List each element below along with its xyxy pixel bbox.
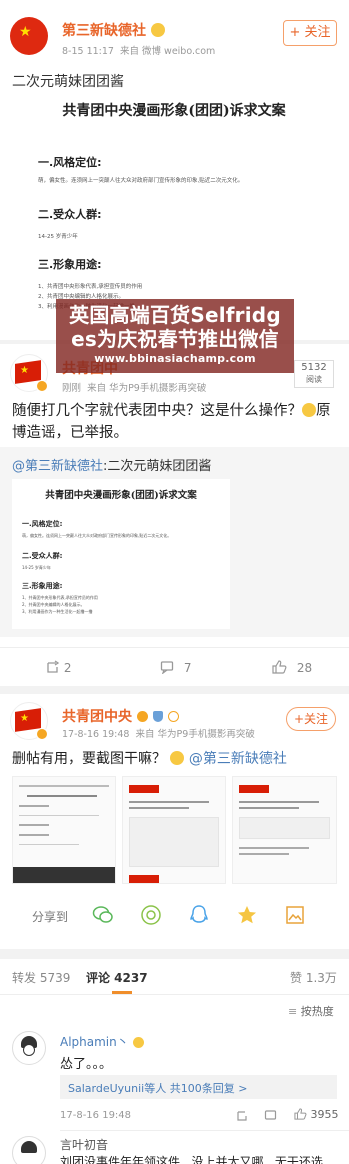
doc-section-3: 三.形象用途:	[22, 582, 63, 590]
wechat-icon[interactable]	[92, 904, 114, 926]
post3-text: 删帖有用，要截图干嘛？ @第三新缺德社	[12, 751, 287, 767]
tab-reposts[interactable]: 转发 5739	[12, 969, 70, 986]
comment-button[interactable]: 7	[160, 660, 191, 675]
shield-icon	[152, 711, 163, 722]
star-icon: ★	[19, 24, 32, 40]
save-image-icon[interactable]	[284, 904, 306, 926]
share-label: 分享到	[32, 910, 69, 924]
like-button[interactable]: 28	[272, 660, 312, 675]
avatar[interactable]	[12, 1136, 46, 1164]
doc-section-2: 二.受众人群:	[22, 552, 63, 560]
star-favorite-icon[interactable]	[236, 904, 258, 926]
doc-section-2: 二.受众人群:	[38, 208, 102, 221]
post3-meta: 17-8-16 19:48 来自 华为P9手机摄影再突破	[62, 729, 255, 740]
doc-line: 2、共青团中央编辑的人格化展示。	[22, 602, 85, 607]
verified-badge-icon	[36, 380, 48, 392]
post2-meta: 刚刚 来自 华为P9手机摄影再突破	[62, 383, 207, 394]
china-flag-avatar[interactable]: ★	[10, 17, 48, 55]
repost-header: @第三新缺德社:二次元萌妹团团酱	[12, 459, 212, 474]
doc-section-1: 一.风格定位:	[38, 156, 102, 169]
comment-author[interactable]: 言叶初音	[60, 1136, 108, 1153]
ad-overlay-watermark: 英国高端百货Selfridg es为庆祝春节推出微信 www.bbinasiac…	[56, 299, 294, 373]
qq-icon[interactable]	[188, 904, 210, 926]
post3-author[interactable]: 共青团中央	[62, 706, 179, 726]
doc-line: 14-25 岁青少年	[22, 565, 51, 570]
doc-line: 3、利用漫画作为一种生活化一起撸一撸	[22, 609, 93, 614]
read-count: 5132 阅读	[294, 360, 334, 388]
verified-badge-icon	[36, 728, 48, 740]
comments-section: ≡ 按热度 Alphamin丶 怂了。。。 SalardeUyunii等人 共1…	[0, 995, 349, 1164]
comment-author[interactable]: Alphamin丶	[60, 1033, 144, 1050]
repost-button[interactable]: 2	[46, 660, 71, 675]
thumbs-up-icon	[294, 1108, 307, 1120]
replies-box[interactable]: SalardeUyunii等人 共100条回复 >	[60, 1075, 337, 1099]
sort-toggle[interactable]: ≡ 按热度	[288, 1003, 334, 1019]
tab-comments[interactable]: 评论 4237	[86, 969, 148, 986]
repost-document-image[interactable]: 共青团中央漫画形象(团团)诉求文案 一.风格定位: 萌，偏女性。连须网上一突颠人…	[12, 479, 230, 629]
doc-title: 共青团中央漫画形象(团团)诉求文案	[62, 103, 286, 119]
comment-icon	[160, 661, 174, 675]
medal-icon	[136, 711, 148, 722]
post-card-2: ★ 共青团中 刚刚 来自 华为P9手机摄影再突破 5132 阅读 随便打几个字就…	[0, 344, 349, 686]
repost-icon	[47, 660, 60, 673]
follow-button[interactable]: +关注	[286, 707, 336, 731]
screenshot-thumbnail-1[interactable]	[12, 776, 116, 884]
post2-text: 随便打几个字就代表团中央？这是什么操作？ 原博造谣，已举报。	[12, 403, 331, 441]
doc-line: 1、共青团中央形象代表,承担宣传员的作用	[38, 284, 143, 290]
comment-text: 刘团没事件年年领这件...没上并太又哪...无干还选	[60, 1155, 323, 1164]
emoji-icon	[132, 1037, 144, 1048]
doc-line: 1、共青团中央形象代表,承担宣传员的作用	[22, 595, 98, 600]
post-card-3: ★ 共青团中央 17-8-16 19:48 来自 华为P9手机摄影再突破 +关注…	[0, 694, 349, 949]
comment-text: 怂了。。。	[60, 1057, 113, 1072]
doc-section-1: 一.风格定位:	[22, 520, 63, 528]
tab-likes[interactable]: 赞 1.3万	[290, 969, 337, 986]
avatar[interactable]	[12, 1031, 46, 1065]
post1-document-image[interactable]: 共青团中央漫画形象(团团)诉求文案 一.风格定位: 萌，偏女性。连须网上一突颠人…	[24, 92, 324, 332]
comment-like-button[interactable]: 3955	[294, 1108, 339, 1121]
doc-line: 14-25 岁青少年	[38, 234, 78, 240]
post1-text: 二次元萌妹团团酱	[12, 74, 124, 90]
post1-meta: 8-15 11:17 来自 微博 weibo.com	[62, 46, 216, 57]
emoji-icon	[170, 751, 185, 765]
post1-author[interactable]: 第三新缺德社	[62, 20, 165, 40]
doc-line: 萌，偏女性。连须网上一突颠人往大众对政府部门宣传形象的印象,贴近二次元文化。	[38, 178, 244, 184]
sort-icon: ≡	[288, 1005, 298, 1018]
doc-title: 共青团中央漫画形象(团团)诉求文案	[45, 490, 197, 501]
repost-box[interactable]: @第三新缺德社:二次元萌妹团团酱 共青团中央漫画形象(团团)诉求文案 一.风格定…	[0, 447, 349, 637]
screenshot-thumbnail-2[interactable]	[122, 776, 226, 884]
stats-tab-bar: 转发 5739 评论 4237 赞 1.3万	[0, 959, 349, 995]
comment-icon[interactable]	[264, 1109, 277, 1122]
doc-section-3: 三.形象用途:	[38, 258, 102, 271]
doc-line: 萌，偏女性。连须网上一突颠人往大众对政府部门宣传形象的印象,贴近二次元文化。	[22, 533, 172, 538]
mention-link[interactable]: @第三新缺德社	[189, 751, 287, 767]
repost-icon[interactable]	[236, 1109, 249, 1122]
screenshot-thumbnail-3[interactable]	[232, 776, 337, 884]
vip-icon	[167, 711, 179, 722]
emoji-icon	[302, 403, 316, 417]
post-card-1: ★ 第三新缺德社 8-15 11:17 来自 微博 weibo.com + 关注…	[0, 0, 349, 340]
follow-button[interactable]: + 关注	[283, 20, 337, 46]
emoji-icon	[150, 23, 165, 37]
comment-time: 17-8-16 19:48	[60, 1110, 132, 1121]
thumbs-up-icon	[272, 660, 287, 674]
moments-icon[interactable]	[140, 904, 162, 926]
active-tab-indicator	[112, 991, 132, 994]
mention-link[interactable]: @第三新缺德社	[12, 459, 103, 474]
